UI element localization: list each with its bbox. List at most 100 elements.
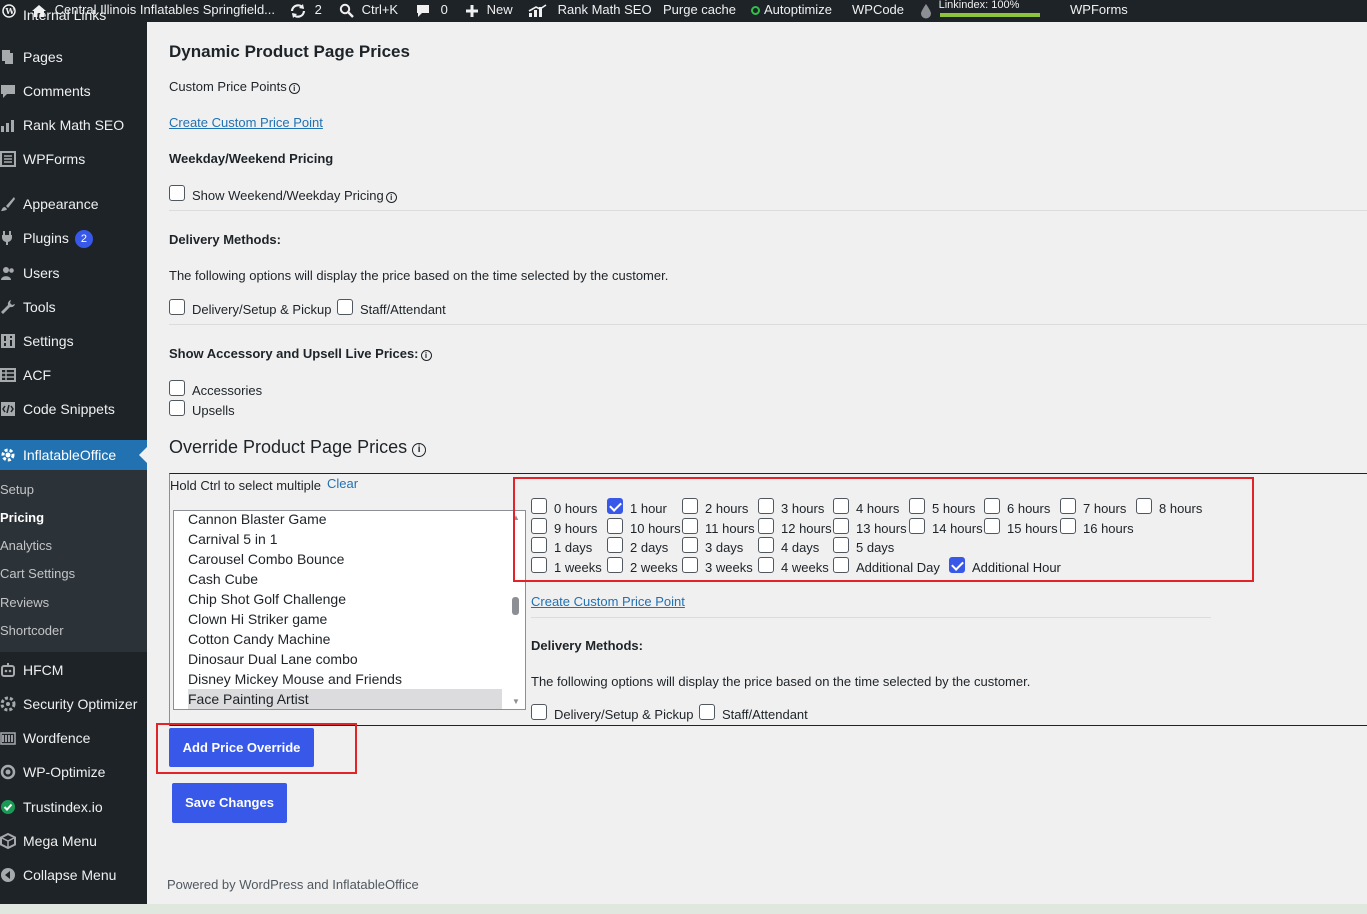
product-option[interactable]: Chip Shot Golf Challenge	[188, 589, 502, 609]
product-option[interactable]: Disney Mickey Mouse and Friends	[188, 669, 502, 689]
sidebar-item-inflatableoffice[interactable]: InflatableOffice	[0, 440, 147, 470]
sidebar-item-label: Appearance	[23, 196, 99, 212]
linkindex-link[interactable]: Linkindex: 100%	[920, 0, 1019, 22]
sidebar-item-label: Security Optimizer	[23, 696, 138, 712]
status-dot-icon	[751, 6, 760, 15]
purge-cache-link[interactable]: Purge cache	[663, 0, 736, 22]
sidebar-item-code-snippets[interactable]: Code Snippets	[0, 394, 147, 424]
wpcode-link[interactable]: WPCode	[852, 0, 904, 22]
scroll-down-icon[interactable]: ▼	[512, 697, 520, 706]
sidebar-item-comments[interactable]: Comments	[0, 76, 147, 106]
sidebar-item-tools[interactable]: Tools	[0, 292, 147, 322]
product-option[interactable]: Carousel Combo Bounce	[188, 549, 502, 569]
scrollbar-thumb[interactable]	[512, 597, 519, 615]
override-staff-label: Staff/Attendant	[722, 707, 808, 722]
create-custom-price-point-link[interactable]: Create Custom Price Point	[169, 115, 323, 130]
pages-icon	[2, 50, 13, 64]
cube-icon	[0, 833, 16, 849]
sidebar-item-hfcm[interactable]: HFCM	[0, 655, 147, 685]
refresh-icon	[290, 3, 306, 18]
submenu-item-reviews[interactable]: Reviews	[0, 589, 147, 617]
override-create-price-point-link[interactable]: Create Custom Price Point	[531, 594, 685, 609]
show-weekend-label: Show Weekend/Weekday Pricing i	[192, 188, 397, 203]
new-link[interactable]: New	[465, 0, 513, 22]
robot-icon	[1, 663, 15, 677]
search-shortcut[interactable]: Ctrl+K	[339, 0, 398, 22]
admin-bar: W Central Illinois Inflatables Springfie…	[0, 0, 1367, 22]
submenu-item-pricing[interactable]: Pricing	[0, 504, 147, 532]
sidebar-item-label: Settings	[23, 333, 74, 349]
sidebar-item-appearance[interactable]: Appearance	[0, 189, 147, 219]
sidebar-item-security-optimizer[interactable]: Security Optimizer	[0, 689, 147, 719]
custom-price-points-label: Custom Price Points i	[169, 79, 300, 94]
autoptimize-link[interactable]: Autoptimize	[751, 0, 832, 22]
info-icon[interactable]: i	[288, 83, 300, 94]
submenu-item-shortcoder[interactable]: Shortcoder	[0, 617, 147, 645]
comments-link[interactable]: 0	[415, 0, 448, 22]
sidebar-item-pages[interactable]: Pages	[0, 42, 147, 72]
sidebar-item-label: Rank Math SEO	[23, 117, 125, 133]
sidebar-item-trustindex[interactable]: Trustindex.io	[0, 792, 147, 822]
wpforms-link[interactable]: WPForms	[1070, 0, 1128, 22]
sidebar-item-label: Users	[23, 265, 60, 281]
clear-selection-link[interactable]: Clear	[327, 476, 358, 491]
sidebar-item-label: Internal Links	[23, 8, 107, 23]
comment-icon	[1, 85, 15, 98]
sidebar-item-label: Pages	[23, 49, 63, 65]
footer-text: Powered by WordPress and InflatableOffic…	[167, 877, 419, 892]
custom-price-points-text: Custom Price Points	[169, 79, 287, 94]
override-delivery-heading: Delivery Methods:	[531, 638, 643, 653]
plug-icon	[2, 231, 12, 245]
new-label: New	[486, 2, 513, 17]
info-icon[interactable]: i	[385, 192, 397, 203]
check-icon	[1, 800, 15, 814]
product-option[interactable]: Carnival 5 in 1	[188, 529, 502, 549]
submenu-item-analytics[interactable]: Analytics	[0, 532, 147, 560]
sidebar-item-plugins[interactable]: Plugins 2	[0, 223, 147, 253]
sidebar-item-users[interactable]: Users	[0, 258, 147, 288]
override-delivery-setup-checkbox[interactable]	[531, 704, 547, 720]
save-changes-button[interactable]: Save Changes	[172, 783, 287, 823]
info-icon[interactable]: i	[412, 443, 427, 457]
sidebar-item-rank-math[interactable]: Rank Math SEO	[0, 110, 147, 140]
override-staff-checkbox[interactable]	[699, 704, 715, 720]
product-option[interactable]: Cotton Candy Machine	[188, 629, 502, 649]
sidebar-item-label: InflatableOffice	[23, 447, 117, 463]
plugins-label: Plugins	[23, 230, 69, 246]
rank-math-label: Rank Math SEO	[557, 2, 652, 17]
show-weekend-checkbox[interactable]	[169, 185, 185, 201]
sidebar-item-settings[interactable]: Settings	[0, 326, 147, 356]
accessories-checkbox[interactable]	[169, 380, 185, 396]
updates-link[interactable]: 2	[289, 0, 322, 22]
hold-ctrl-label: Hold Ctrl to select multiple	[170, 478, 321, 493]
delivery-setup-checkbox[interactable]	[169, 299, 185, 315]
product-option[interactable]: Clown Hi Striker game	[188, 609, 502, 629]
sidebar-item-wpforms[interactable]: WPForms	[0, 144, 147, 174]
wrench-icon	[1, 300, 15, 314]
rank-math-link[interactable]: Rank Math SEO	[528, 0, 652, 22]
collapse-menu-button[interactable]: Collapse Menu	[0, 860, 147, 890]
upsells-checkbox[interactable]	[169, 400, 185, 416]
info-icon[interactable]: i	[420, 350, 432, 361]
submenu-item-setup[interactable]: Setup	[0, 476, 147, 504]
product-option[interactable]: Dinosaur Dual Lane combo	[188, 649, 502, 669]
sidebar-item-acf[interactable]: ACF	[0, 360, 147, 390]
product-multiselect[interactable]: Cannon Blaster Game Carnival 5 in 1 Caro…	[173, 510, 526, 710]
code-icon	[1, 402, 15, 416]
staff-attendant-checkbox[interactable]	[337, 299, 353, 315]
forms-icon	[0, 151, 16, 167]
sidebar-item-wordfence[interactable]: Wordfence	[0, 723, 147, 753]
upsells-label: Upsells	[192, 403, 235, 418]
rank-math-icon	[528, 3, 547, 17]
sidebar-item-wp-optimize[interactable]: WP-Optimize	[0, 757, 147, 787]
sidebar-item-label: Comments	[23, 83, 91, 99]
product-option[interactable]: Cash Cube	[188, 569, 502, 589]
add-price-override-button[interactable]: Add Price Override	[169, 728, 314, 767]
override-delivery-description: The following options will display the p…	[531, 674, 1031, 689]
product-option[interactable]: Cannon Blaster Game	[188, 511, 502, 529]
sidebar-item-internal-links[interactable]: Internal Links	[0, 8, 147, 30]
product-option-selected[interactable]: Face Painting Artist	[188, 689, 502, 709]
submenu-item-cart-settings[interactable]: Cart Settings	[0, 560, 147, 588]
sidebar-item-mega-menu[interactable]: Mega Menu	[0, 826, 147, 856]
sidebar-item-label: WP-Optimize	[23, 764, 106, 780]
